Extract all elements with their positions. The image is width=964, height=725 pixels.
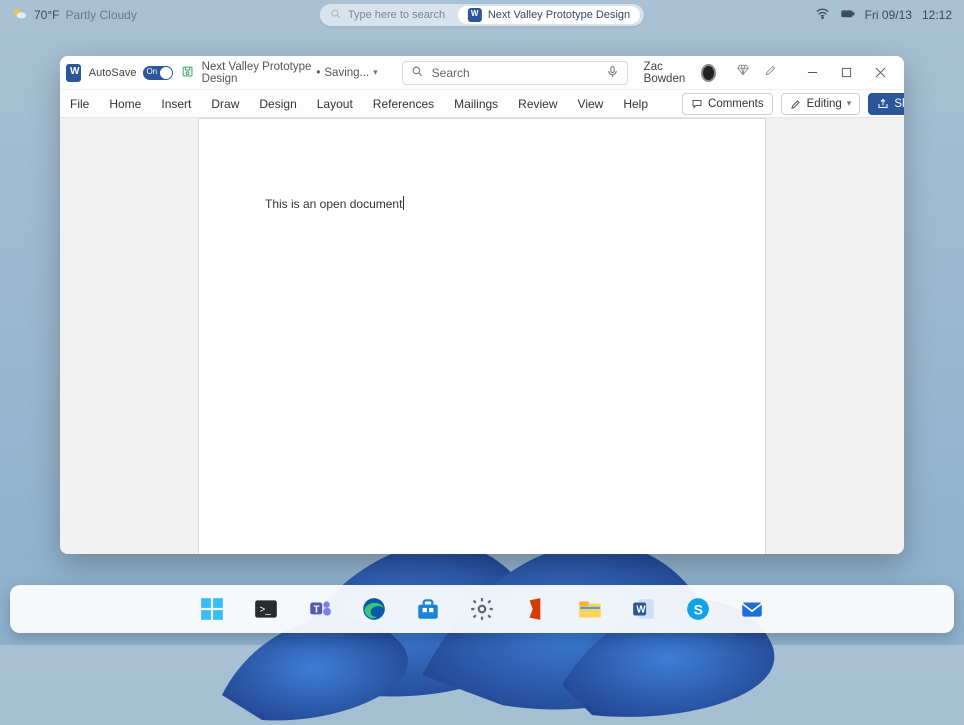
word-app-icon: [66, 64, 81, 82]
search-suggestion-chip[interactable]: Next Valley Prototype Design: [458, 6, 640, 24]
ribbon-search-placeholder: Search: [432, 66, 470, 80]
svg-text:>_: >_: [260, 604, 272, 615]
weather-temp: 70°F: [34, 8, 59, 22]
file-explorer-icon[interactable]: [576, 595, 604, 623]
taskbar: >_ T W S: [10, 585, 954, 633]
tab-help[interactable]: Help: [621, 95, 650, 113]
minimize-button[interactable]: [796, 59, 830, 87]
word-icon: [468, 8, 482, 22]
settings-icon[interactable]: [468, 595, 496, 623]
user-name: Zac Bowden: [644, 61, 695, 85]
search-icon: [411, 65, 424, 81]
weather-widget[interactable]: 70°F Partly Cloudy: [12, 6, 137, 25]
system-time[interactable]: 12:12: [922, 8, 952, 22]
document-name: Next Valley Prototype Design: [202, 61, 313, 85]
terminal-icon[interactable]: >_: [252, 595, 280, 623]
mail-icon[interactable]: [738, 595, 766, 623]
tab-review[interactable]: Review: [516, 95, 559, 113]
tab-home[interactable]: Home: [107, 95, 143, 113]
office-icon[interactable]: [522, 595, 550, 623]
system-date[interactable]: Fri 09/13: [865, 8, 912, 22]
share-button[interactable]: Share ▾: [868, 93, 904, 115]
tab-references[interactable]: References: [371, 95, 436, 113]
tab-layout[interactable]: Layout: [315, 95, 355, 113]
document-body-text: This is an open document: [265, 197, 402, 211]
weather-condition: Partly Cloudy: [65, 8, 136, 22]
tab-view[interactable]: View: [576, 95, 606, 113]
avatar: [701, 64, 716, 82]
chevron-down-icon: ▾: [847, 98, 852, 109]
text-cursor: [403, 196, 404, 210]
edge-icon[interactable]: [360, 595, 388, 623]
comments-button[interactable]: Comments: [682, 93, 773, 115]
chevron-down-icon: ▾: [373, 67, 378, 78]
ribbon-tabs: File Home Insert Draw Design Layout Refe…: [60, 90, 904, 118]
title-bar: AutoSave On Next Valley Prototype Design…: [60, 56, 904, 90]
share-label: Share: [894, 98, 904, 110]
close-button[interactable]: [864, 59, 898, 87]
editing-mode-button[interactable]: Editing ▾: [781, 93, 861, 115]
tab-mailings[interactable]: Mailings: [452, 95, 500, 113]
teams-icon[interactable]: T: [306, 595, 334, 623]
ribbon-search[interactable]: Search: [402, 61, 628, 85]
tab-file[interactable]: File: [68, 95, 91, 113]
top-search-placeholder: Type here to search: [348, 9, 458, 21]
start-button[interactable]: [198, 595, 226, 623]
document-title[interactable]: Next Valley Prototype Design • Saving...…: [202, 61, 378, 85]
toggle-switch[interactable]: On: [143, 66, 173, 80]
system-tray: Fri 09/13 12:12: [815, 6, 952, 24]
svg-text:S: S: [694, 601, 703, 617]
comments-label: Comments: [708, 98, 764, 110]
tab-design[interactable]: Design: [257, 95, 298, 113]
svg-text:W: W: [636, 604, 646, 615]
weather-icon: [12, 6, 28, 25]
search-suggestion-label: Next Valley Prototype Design: [488, 9, 630, 21]
maximize-button[interactable]: [830, 59, 864, 87]
document-save-status: Saving...: [324, 67, 369, 79]
taskbar-word-icon[interactable]: W: [630, 595, 658, 623]
document-page[interactable]: This is an open document: [198, 118, 766, 554]
diamond-icon[interactable]: [736, 63, 750, 82]
autosave-toggle[interactable]: AutoSave On: [89, 66, 173, 80]
autosave-label: AutoSave: [89, 67, 137, 79]
tab-draw[interactable]: Draw: [209, 95, 241, 113]
microphone-icon[interactable]: [606, 65, 619, 81]
search-icon: [330, 8, 342, 23]
store-icon[interactable]: [414, 595, 442, 623]
skype-icon[interactable]: S: [684, 595, 712, 623]
top-search-bar[interactable]: Type here to search Next Valley Prototyp…: [320, 4, 644, 26]
system-bar: 70°F Partly Cloudy Type here to search N…: [0, 0, 964, 30]
wifi-icon[interactable]: [815, 6, 830, 24]
quick-save-icon[interactable]: [181, 65, 194, 81]
account-button[interactable]: Zac Bowden: [644, 61, 716, 85]
svg-text:T: T: [314, 604, 320, 615]
document-canvas[interactable]: This is an open document: [60, 118, 904, 554]
editing-label: Editing: [807, 98, 842, 110]
pen-icon[interactable]: [764, 63, 778, 82]
battery-icon[interactable]: [840, 6, 855, 24]
window-controls: [796, 59, 898, 87]
word-window: AutoSave On Next Valley Prototype Design…: [60, 56, 904, 554]
tab-insert[interactable]: Insert: [159, 95, 193, 113]
